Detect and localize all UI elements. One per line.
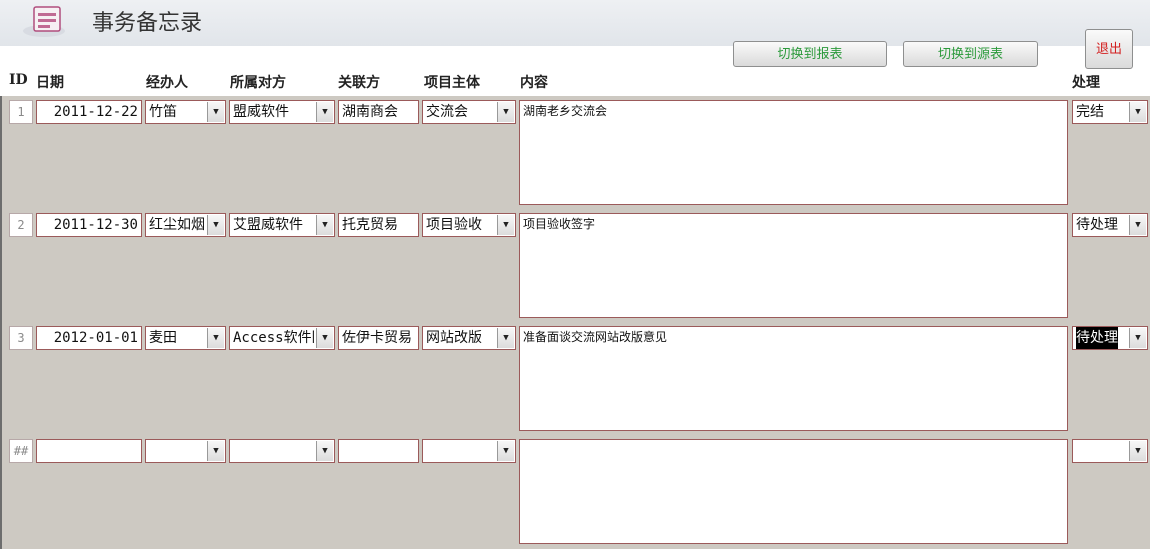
dropdown-arrow-icon[interactable]: ▼ — [316, 328, 333, 348]
page-title: 事务备忘录 — [92, 11, 203, 36]
agent-combobox[interactable]: 红尘如烟 ▼ — [145, 213, 226, 237]
dropdown-arrow-icon[interactable]: ▼ — [316, 102, 333, 122]
party-combobox[interactable]: 盟威软件 ▼ — [229, 100, 335, 124]
column-headers: ID 日期 经办人 所属对方 关联方 项目主体 内容 处理 — [0, 68, 1150, 94]
dropdown-arrow-icon[interactable]: ▼ — [497, 102, 514, 122]
content-textarea[interactable]: 湖南老乡交流会 — [519, 100, 1068, 205]
related-field[interactable]: 托克贸易 — [338, 213, 419, 237]
dropdown-arrow-icon[interactable]: ▼ — [1129, 215, 1146, 235]
record-selector[interactable]: ## — [9, 439, 33, 463]
column-header-id: ID — [9, 72, 28, 88]
column-header-party: 所属对方 — [230, 75, 286, 91]
content-textarea[interactable] — [519, 439, 1068, 544]
related-field[interactable]: 湖南商会 — [338, 100, 419, 124]
new-record-row: ## ▼ ▼ ▼ ▼ — [2, 435, 1150, 548]
status-value: 完结 — [1076, 104, 1104, 120]
column-header-agent: 经办人 — [146, 75, 188, 91]
date-field[interactable]: 2012-01-01 — [36, 326, 142, 350]
dropdown-arrow-icon[interactable]: ▼ — [497, 328, 514, 348]
form-icon — [23, 6, 65, 37]
subject-value: 交流会 — [426, 104, 468, 120]
column-header-date: 日期 — [36, 75, 64, 91]
status-combobox[interactable]: ▼ — [1072, 439, 1148, 463]
dropdown-arrow-icon[interactable]: ▼ — [207, 328, 224, 348]
content-textarea[interactable]: 项目验收签字 — [519, 213, 1068, 318]
agent-value: 红尘如烟 — [149, 217, 205, 233]
dropdown-arrow-icon[interactable]: ▼ — [207, 102, 224, 122]
agent-combobox[interactable]: 竹笛 ▼ — [145, 100, 226, 124]
record-selector[interactable]: 2 — [9, 213, 33, 237]
subject-combobox[interactable]: 项目验收 ▼ — [422, 213, 516, 237]
record-row: 3 2012-01-01 麦田▼ Access软件网▼ 佐伊卡贸易 网站改版▼ … — [2, 322, 1150, 435]
dropdown-arrow-icon[interactable]: ▼ — [1129, 102, 1146, 122]
switch-to-report-button[interactable]: 切换到报表 — [733, 41, 887, 67]
dropdown-arrow-icon[interactable]: ▼ — [207, 215, 224, 235]
dropdown-arrow-icon[interactable]: ▼ — [316, 441, 333, 461]
dropdown-arrow-icon[interactable]: ▼ — [1129, 328, 1146, 348]
status-combobox[interactable]: 待处理 ▼ — [1072, 213, 1148, 237]
party-combobox[interactable]: Access软件网▼ — [229, 326, 335, 350]
record-list: 1 2011-12-22 竹笛 ▼ 盟威软件 ▼ 湖南商会 交流会 ▼ 湖南老乡交流会… — [0, 96, 1150, 549]
form-header: 事务备忘录 — [0, 0, 1150, 47]
party-combobox[interactable]: ▼ — [229, 439, 335, 463]
dropdown-arrow-icon[interactable]: ▼ — [497, 215, 514, 235]
date-field[interactable]: 2011-12-30 — [36, 213, 142, 237]
related-field[interactable] — [338, 439, 419, 463]
subject-combobox[interactable]: ▼ — [422, 439, 516, 463]
subject-combobox[interactable]: 交流会 ▼ — [422, 100, 516, 124]
agent-value: 竹笛 — [149, 104, 177, 120]
status-value: 待处理 — [1076, 217, 1118, 233]
record-row: 2 2011-12-30 红尘如烟 ▼ 艾盟威软件 ▼ 托克贸易 项目验收 ▼ 项目验… — [2, 209, 1150, 322]
dropdown-arrow-icon[interactable]: ▼ — [497, 441, 514, 461]
status-value: 待处理 — [1076, 327, 1118, 349]
related-field[interactable]: 佐伊卡贸易 — [338, 326, 419, 350]
exit-button[interactable]: 退出 — [1085, 29, 1133, 69]
column-header-subject: 项目主体 — [424, 75, 480, 91]
dropdown-arrow-icon[interactable]: ▼ — [1129, 441, 1146, 461]
content-textarea[interactable]: 准备面谈交流网站改版意见 — [519, 326, 1068, 431]
record-selector[interactable]: 3 — [9, 326, 33, 350]
column-header-related: 关联方 — [338, 75, 380, 91]
party-value: 艾盟威软件 — [233, 217, 303, 233]
dropdown-arrow-icon[interactable]: ▼ — [316, 215, 333, 235]
date-field[interactable] — [36, 439, 142, 463]
record-selector[interactable]: 1 — [9, 100, 33, 124]
date-field[interactable]: 2011-12-22 — [36, 100, 142, 124]
column-header-content: 内容 — [520, 75, 548, 91]
agent-combobox[interactable]: 麦田 ▼ — [145, 326, 226, 350]
agent-value: 麦田 — [149, 330, 177, 346]
agent-combobox[interactable]: ▼ — [145, 439, 226, 463]
subject-combobox[interactable]: 网站改版 ▼ — [422, 326, 516, 350]
party-combobox[interactable]: 艾盟威软件 ▼ — [229, 213, 335, 237]
record-row: 1 2011-12-22 竹笛 ▼ 盟威软件 ▼ 湖南商会 交流会 ▼ 湖南老乡交流会… — [2, 96, 1150, 209]
subject-value: 项目验收 — [426, 217, 482, 233]
column-header-status: 处理 — [1072, 75, 1100, 91]
status-combobox[interactable]: 完结 ▼ — [1072, 100, 1148, 124]
dropdown-arrow-icon[interactable]: ▼ — [207, 441, 224, 461]
switch-to-source-button[interactable]: 切换到源表 — [903, 41, 1038, 67]
status-combobox[interactable]: 待处理 ▼ — [1072, 326, 1148, 350]
party-value: 盟威软件 — [233, 104, 289, 120]
party-value: Access软件网 — [233, 330, 314, 346]
subject-value: 网站改版 — [426, 330, 482, 346]
